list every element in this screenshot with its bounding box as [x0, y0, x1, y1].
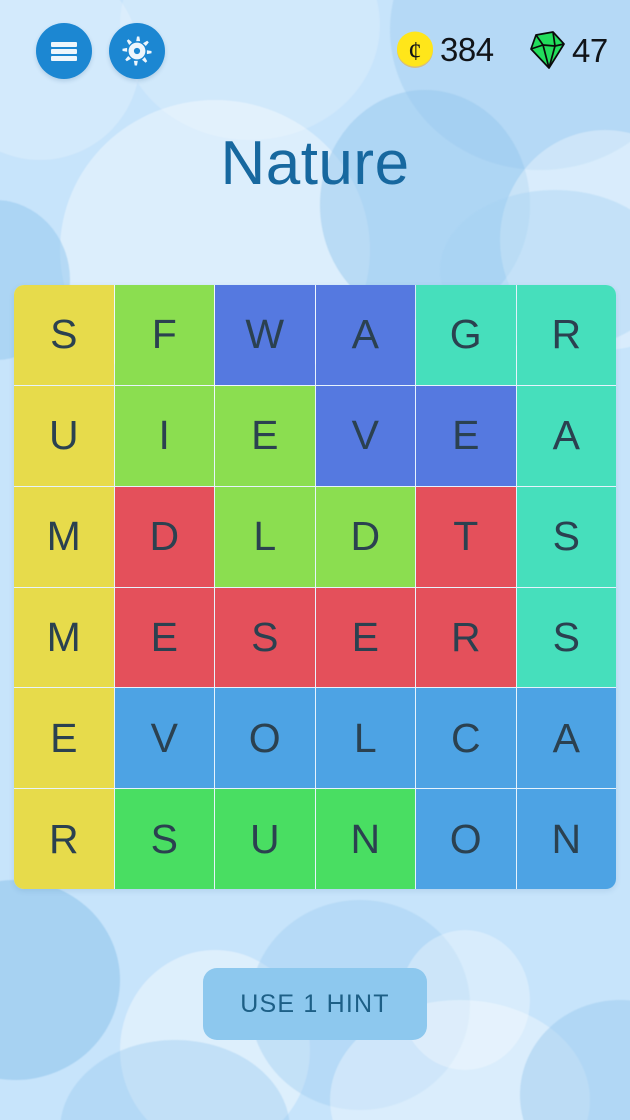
word-search-game-screen: ¢ 384 47 Nature SFWAGRUIEVEAMDLDTSMESERS… [0, 0, 630, 1120]
coin-symbol: ¢ [408, 36, 422, 66]
grid-cell[interactable]: N [516, 789, 616, 889]
grid-cell[interactable]: R [516, 285, 616, 385]
coin-amount: 384 [440, 30, 494, 68]
grid-cell[interactable]: M [14, 486, 114, 587]
grid-cell[interactable]: E [416, 385, 516, 486]
grid-cell[interactable]: W [215, 285, 315, 385]
top-bar: ¢ 384 47 [0, 0, 630, 100]
grid-cell[interactable]: S [114, 789, 214, 889]
use-hint-button[interactable]: USE 1 HINT [203, 968, 427, 1040]
grid-cell[interactable]: V [315, 385, 415, 486]
page-title: Nature [220, 129, 410, 198]
grid-container: SFWAGRUIEVEAMDLDTSMESERSEVOLCARSUNON [14, 285, 616, 889]
grid-cell[interactable]: L [215, 486, 315, 587]
grid-cell[interactable]: U [215, 789, 315, 889]
grid-cell[interactable]: O [416, 789, 516, 889]
hamburger-menu-icon [51, 41, 77, 61]
grid-cell[interactable]: C [416, 688, 516, 789]
grid-cell[interactable]: D [114, 486, 214, 587]
menu-button[interactable] [36, 23, 92, 79]
background-blob [520, 1000, 630, 1120]
grid-cell[interactable]: A [315, 285, 415, 385]
gem-icon [530, 31, 565, 69]
grid-cell[interactable]: E [315, 587, 415, 688]
coin-icon: ¢ [397, 31, 433, 68]
gear-icon [122, 36, 152, 66]
grid-cell[interactable]: M [14, 587, 114, 688]
grid-cell[interactable]: S [14, 285, 114, 385]
grid-cell[interactable]: A [516, 688, 616, 789]
grid-cell[interactable]: U [14, 385, 114, 486]
grid-cell[interactable]: E [14, 688, 114, 789]
grid-cell[interactable]: V [114, 688, 214, 789]
gem-amount: 47 [572, 31, 608, 69]
grid-cell[interactable]: R [14, 789, 114, 889]
grid-cell[interactable]: S [516, 486, 616, 587]
grid-cell[interactable]: L [315, 688, 415, 789]
word-search-grid[interactable]: SFWAGRUIEVEAMDLDTSMESERSEVOLCARSUNON [14, 285, 616, 889]
coin-counter: ¢ 384 [393, 27, 494, 71]
settings-button[interactable] [109, 23, 165, 79]
grid-cell[interactable]: S [215, 587, 315, 688]
grid-cell[interactable]: E [114, 587, 214, 688]
gem-counter: 47 [523, 27, 608, 73]
grid-cell[interactable]: T [416, 486, 516, 587]
grid-cell[interactable]: D [315, 486, 415, 587]
grid-cell[interactable]: A [516, 385, 616, 486]
grid-cell[interactable]: E [215, 385, 315, 486]
grid-cell[interactable]: I [114, 385, 214, 486]
background-blob [0, 880, 120, 1080]
grid-cell[interactable]: O [215, 688, 315, 789]
grid-cell[interactable]: F [114, 285, 214, 385]
grid-cell[interactable]: S [516, 587, 616, 688]
grid-cell[interactable]: R [416, 587, 516, 688]
grid-cell[interactable]: N [315, 789, 415, 889]
grid-cell[interactable]: G [416, 285, 516, 385]
